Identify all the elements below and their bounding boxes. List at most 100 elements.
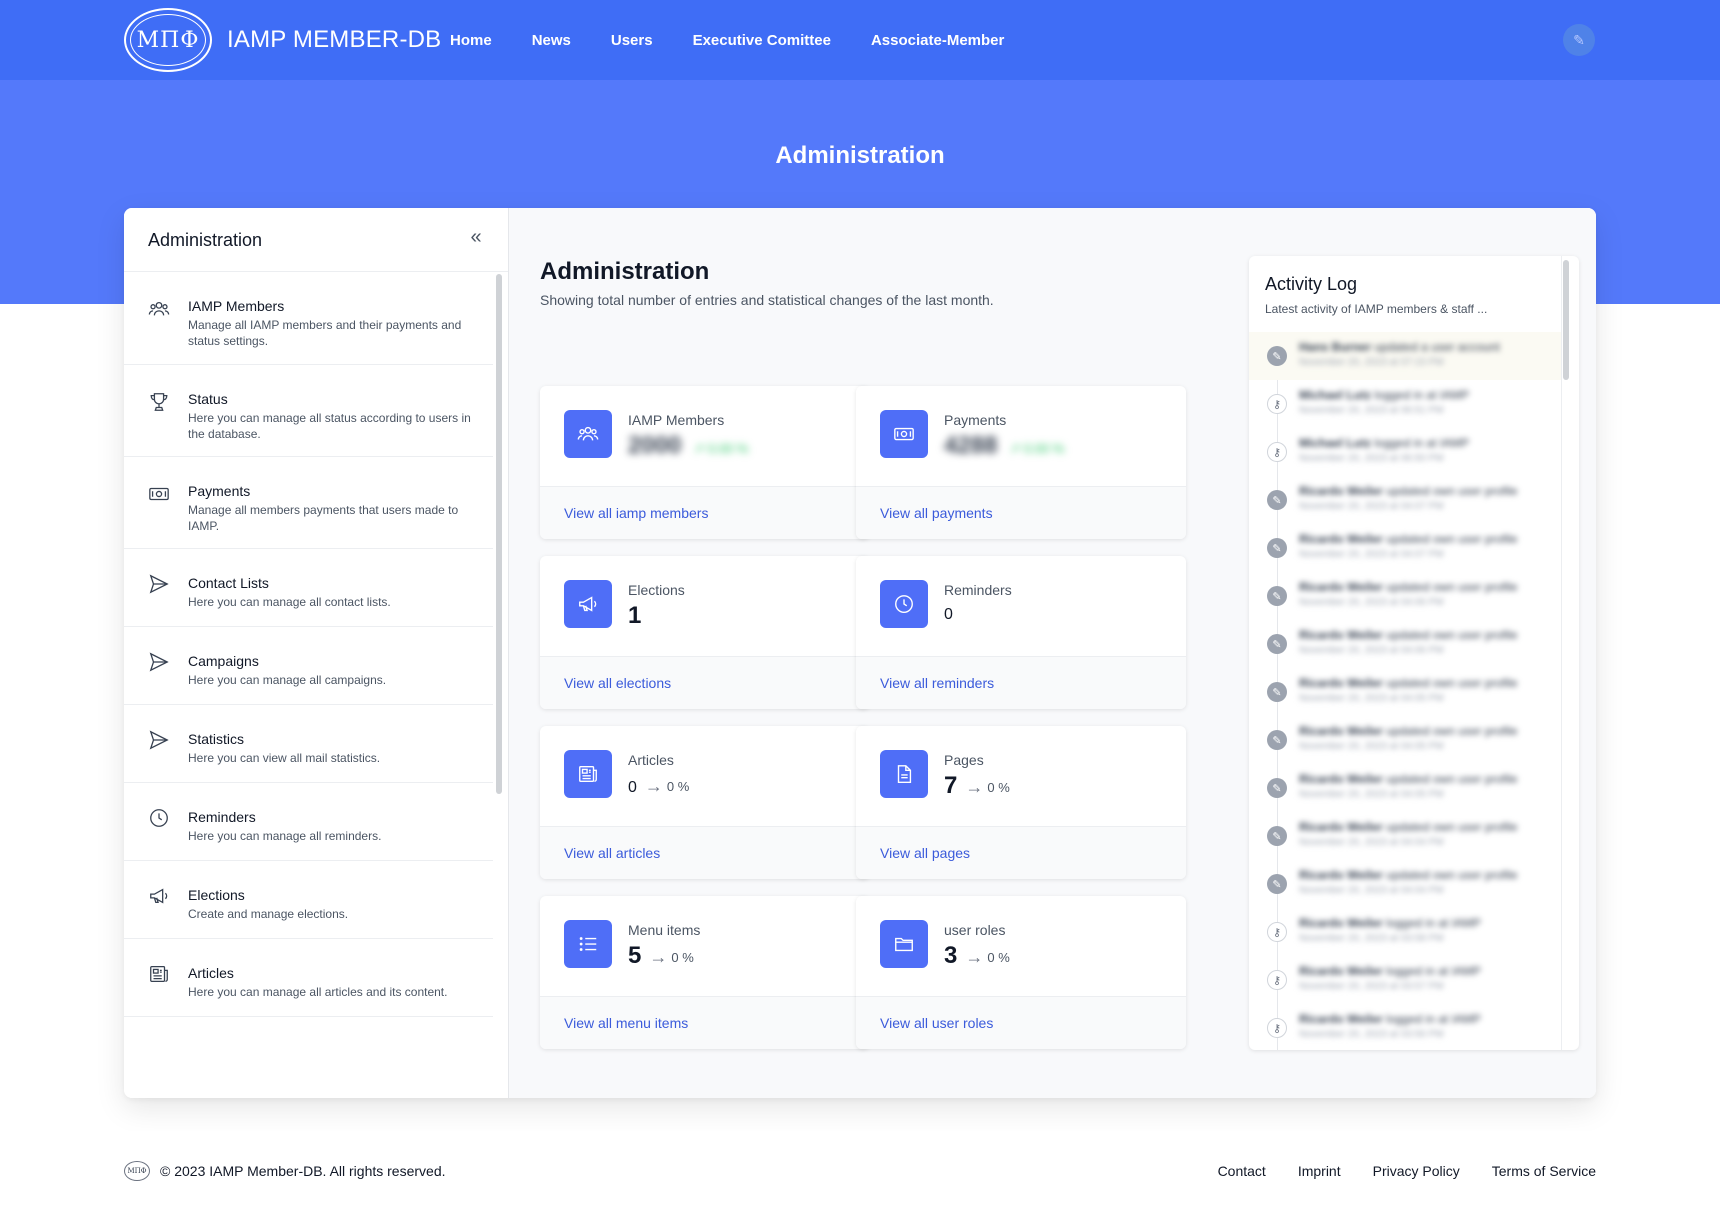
activity-user: Hans Burner (1299, 340, 1372, 354)
view-all-reminders-link[interactable]: View all reminders (880, 675, 994, 691)
activity-time: November 20, 2023 at 03:58 PM (1299, 933, 1444, 944)
activity-action: logged in at IAMP (1374, 388, 1470, 402)
activity-action: updated own user profile (1386, 724, 1518, 738)
stat-number: 0 (628, 779, 637, 796)
activity-user: Ricardo Weiler (1299, 868, 1383, 882)
view-all-elections-link[interactable]: View all elections (564, 675, 671, 691)
stat-value: 4288 ↗ 0.00 % (944, 432, 1064, 460)
stat-change: ↗ 0.00 % (1009, 441, 1065, 456)
nav-home[interactable]: Home (450, 32, 492, 49)
nav-users[interactable]: Users (611, 32, 653, 49)
sidebar-item-iamp-members[interactable]: IAMP Members Manage all IAMP members and… (124, 272, 493, 365)
stat-number: 5 (628, 942, 642, 969)
stat-number: 3 (944, 942, 958, 969)
activity-scroll-track (1561, 256, 1562, 1050)
activity-user: Ricardo Weiler (1299, 820, 1383, 834)
activity-text: Ricardo Weiler updated own user profile N… (1299, 532, 1539, 560)
activity-subtitle: Latest activity of IAMP members & staff … (1265, 302, 1488, 316)
sidebar-item-desc: Here you can view all mail statistics. (188, 751, 381, 765)
sidebar-scrollbar[interactable] (496, 274, 502, 794)
activity-scrollbar[interactable] (1563, 260, 1569, 380)
activity-message: Ricardo Weiler updated own user profile (1299, 484, 1539, 498)
stat-change: → 0 % (965, 947, 1009, 968)
footer-link-privacy-policy[interactable]: Privacy Policy (1373, 1163, 1460, 1179)
activity-text: Ricardo Weiler updated own user profile N… (1299, 820, 1539, 848)
arrow-right-icon: → (965, 777, 984, 797)
iamp-logo[interactable]: ΜΠΦ (124, 8, 212, 72)
stat-number: 4288 (944, 432, 998, 459)
view-all-user-roles-link[interactable]: View all user roles (880, 1015, 993, 1031)
view-all-pages-link[interactable]: View all pages (880, 845, 970, 861)
send-icon (148, 729, 170, 751)
content-subtitle: Showing total number of entries and stat… (540, 292, 994, 308)
sidebar-item-status[interactable]: Status Here you can manage all status ac… (124, 365, 493, 457)
users-icon (564, 410, 612, 458)
stat-label: Menu items (628, 922, 701, 938)
user-menu-button[interactable]: ✎ (1563, 24, 1595, 56)
footer-link-contact[interactable]: Contact (1218, 1163, 1266, 1179)
sidebar-item-contact-lists[interactable]: Contact Lists Here you can manage all co… (124, 549, 493, 627)
document-icon (880, 750, 928, 798)
activity-entry: ✎ Ricardo Weiler updated own user profile… (1249, 668, 1561, 716)
sidebar-item-elections[interactable]: Elections Create and manage elections. (124, 861, 493, 939)
activity-user: Ricardo Weiler (1299, 532, 1383, 546)
activity-log: Activity Log Latest activity of IAMP mem… (1249, 256, 1579, 1050)
pencil-icon: ✎ (1267, 538, 1287, 558)
stat-card-payments: Payments 4288 ↗ 0.00 % View all payments (856, 386, 1186, 539)
activity-user: Michael Lutz (1299, 436, 1372, 450)
view-all-payments-link[interactable]: View all payments (880, 505, 993, 521)
nav-executive-committee[interactable]: Executive Comittee (693, 32, 831, 49)
footer-link-terms-of-service[interactable]: Terms of Service (1492, 1163, 1596, 1179)
user-avatar-icon: ✎ (1573, 31, 1585, 48)
sidebar-item-payments[interactable]: Payments Manage all members payments tha… (124, 457, 493, 549)
sidebar-item-desc: Here you can manage all contact lists. (188, 595, 391, 609)
collapse-sidebar-icon[interactable]: « (466, 227, 486, 248)
stat-value: 7 → 0 % (944, 772, 1010, 800)
brand-title[interactable]: IAMP MEMBER-DB (227, 26, 441, 54)
stat-value: 1 (628, 602, 641, 630)
activity-entry: ⚷ Michael Lutz logged in at IAMP November … (1249, 380, 1561, 428)
nav-news[interactable]: News (532, 32, 571, 49)
activity-entry: ✎ Ricardo Weiler updated own user profile… (1249, 620, 1561, 668)
activity-text: Ricardo Weiler logged in at IAMP November… (1299, 916, 1539, 944)
activity-time: November 20, 2023 at 04:04 PM (1299, 837, 1444, 848)
activity-entry: ⚷ Michael Lutz logged in at IAMP November … (1249, 428, 1561, 476)
stat-value: 3 → 0 % (944, 942, 1010, 970)
key-icon: ⚷ (1267, 970, 1287, 990)
activity-user: Ricardo Weiler (1299, 1012, 1383, 1026)
activity-message: Ricardo Weiler logged in at IAMP (1299, 916, 1539, 930)
sidebar-title: Administration (148, 230, 263, 250)
users-icon (148, 298, 170, 320)
stat-card-pages: Pages 7 → 0 % View all pages (856, 726, 1186, 879)
sidebar-item-reminders[interactable]: Reminders Here you can manage all remind… (124, 783, 493, 861)
activity-time: November 20, 2023 at 04:07 PM (1299, 501, 1444, 512)
pencil-icon: ✎ (1267, 874, 1287, 894)
nav-associate-member[interactable]: Associate-Member (871, 32, 1004, 49)
key-icon: ⚷ (1267, 442, 1287, 462)
activity-user: Ricardo Weiler (1299, 628, 1383, 642)
pencil-icon: ✎ (1267, 634, 1287, 654)
activity-text: Michael Lutz logged in at IAMP November 2… (1299, 436, 1539, 464)
sidebar-item-campaigns[interactable]: Campaigns Here you can manage all campai… (124, 627, 493, 705)
stat-label: Articles (628, 752, 674, 768)
activity-user: Ricardo Weiler (1299, 724, 1383, 738)
footer-link-imprint[interactable]: Imprint (1298, 1163, 1341, 1179)
arrow-right-icon: → (644, 776, 663, 796)
sidebar-item-desc: Here you can manage all reminders. (188, 829, 382, 843)
view-all-iamp-members-link[interactable]: View all iamp members (564, 505, 708, 521)
activity-user: Ricardo Weiler (1299, 964, 1383, 978)
view-all-articles-link[interactable]: View all articles (564, 845, 660, 861)
sidebar-item-title: Reminders (188, 809, 256, 825)
sidebar-item-statistics[interactable]: Statistics Here you can view all mail st… (124, 705, 493, 783)
activity-title: Activity Log (1265, 274, 1358, 294)
activity-action: updated own user profile (1386, 868, 1518, 882)
sidebar-item-title: Statistics (188, 731, 245, 747)
activity-user: Michael Lutz (1299, 388, 1372, 402)
view-all-menu-items-link[interactable]: View all menu items (564, 1015, 688, 1031)
activity-message: Hans Burner updated a user account (1299, 340, 1539, 354)
activity-action: updated own user profile (1386, 676, 1518, 690)
activity-entry: ⚷ Ricardo Weiler logged in at IAMP Novembe… (1249, 908, 1561, 956)
pencil-icon: ✎ (1267, 490, 1287, 510)
activity-action: logged in at IAMP (1386, 1012, 1481, 1026)
sidebar-item-articles[interactable]: Articles Here you can manage all article… (124, 939, 493, 1017)
